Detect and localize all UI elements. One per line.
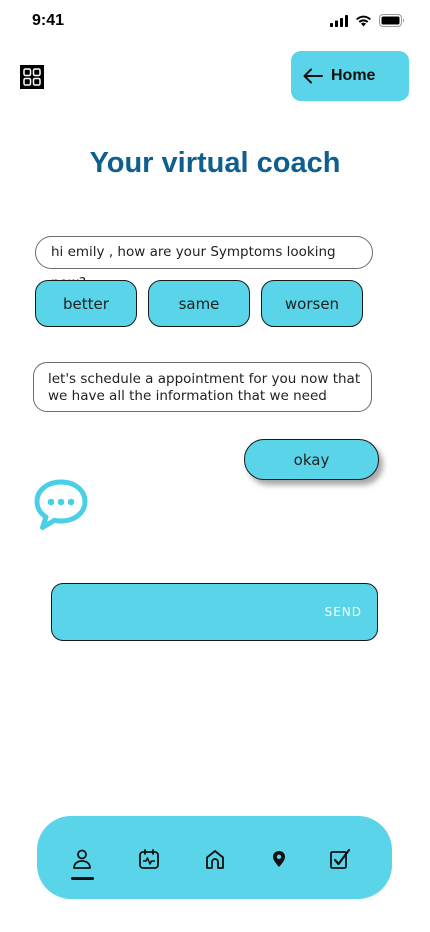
okay-reply-button[interactable]: okay bbox=[244, 439, 379, 480]
home-button-label: Home bbox=[331, 67, 376, 84]
coach-message-bubble: let's schedule a appointment for you now… bbox=[33, 362, 372, 412]
wifi-icon bbox=[356, 15, 371, 26]
nav-home[interactable] bbox=[202, 846, 228, 872]
option-same-button[interactable]: same bbox=[148, 280, 250, 327]
arrow-left-icon bbox=[303, 68, 323, 84]
nav-calendar[interactable] bbox=[136, 846, 162, 872]
grid-icon bbox=[23, 68, 41, 86]
home-button[interactable]: Home bbox=[291, 51, 409, 101]
option-worsen-button[interactable]: worsen bbox=[261, 280, 363, 327]
location-pin-icon bbox=[273, 851, 285, 867]
nav-checklist[interactable] bbox=[327, 846, 353, 872]
status-bar: 9:41 bbox=[0, 0, 430, 44]
cellular-signal-icon bbox=[330, 14, 348, 27]
coach-question-bubble: hi emily , how are your Symptoms looking… bbox=[35, 236, 373, 291]
nav-location[interactable] bbox=[266, 846, 292, 872]
send-button[interactable]: SEND bbox=[325, 605, 362, 619]
nav-profile[interactable] bbox=[69, 846, 95, 872]
page-title: Your virtual coach bbox=[89, 147, 341, 179]
nav-active-indicator bbox=[71, 877, 94, 880]
battery-icon bbox=[379, 14, 404, 27]
status-time: 9:41 bbox=[32, 12, 65, 29]
option-better-button[interactable]: better bbox=[35, 280, 137, 327]
message-input[interactable] bbox=[52, 584, 312, 640]
checklist-icon bbox=[330, 848, 351, 869]
grid-menu-button[interactable] bbox=[20, 65, 44, 89]
bottom-nav bbox=[37, 816, 392, 899]
profile-icon bbox=[73, 849, 91, 869]
home-icon bbox=[206, 850, 224, 869]
status-icons bbox=[330, 14, 405, 27]
calendar-icon bbox=[139, 849, 159, 869]
message-composer: SEND bbox=[51, 583, 378, 641]
chat-bubble-icon[interactable] bbox=[33, 478, 89, 532]
